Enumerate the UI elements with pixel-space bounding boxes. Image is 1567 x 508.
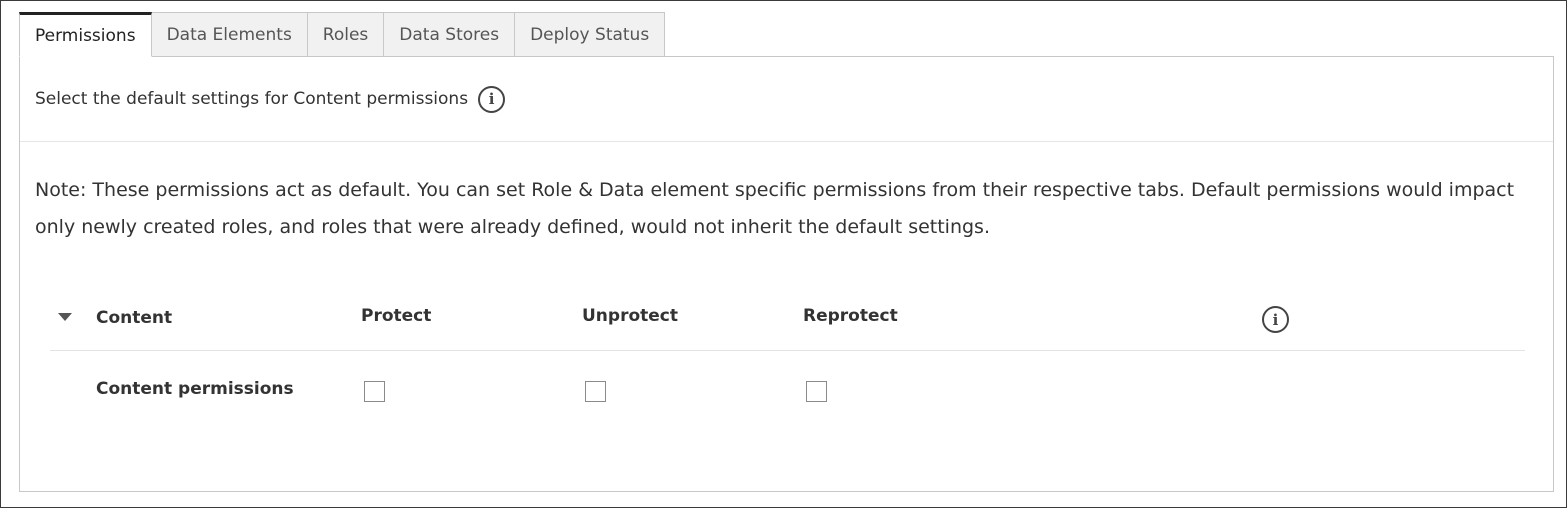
tab-data-stores[interactable]: Data Stores	[384, 12, 516, 57]
collapse-caret-icon[interactable]	[58, 313, 72, 321]
tab-permissions[interactable]: Permissions	[19, 12, 152, 57]
header-text: Select the default settings for Content …	[35, 89, 469, 109]
reprotect-checkbox[interactable]	[806, 381, 827, 402]
permissions-panel: Select the default settings for Content …	[19, 56, 1554, 492]
column-reprotect: Reprotect	[803, 306, 898, 326]
column-unprotect: Unprotect	[582, 306, 678, 326]
tab-roles[interactable]: Roles	[307, 12, 385, 57]
unprotect-checkbox[interactable]	[585, 381, 606, 402]
panel-header: Select the default settings for Content …	[20, 57, 1553, 142]
tab-bar: Permissions Data Elements Roles Data Sto…	[19, 12, 666, 57]
tab-deploy-status[interactable]: Deploy Status	[515, 12, 666, 57]
protect-checkbox[interactable]	[364, 381, 385, 402]
window-frame: Permissions Data Elements Roles Data Sto…	[0, 0, 1567, 508]
row-label-content-permissions: Content permissions	[96, 379, 294, 399]
table-row: Content permissions	[50, 369, 1525, 413]
table-header: Content Protect Unprotect Reprotect i	[50, 297, 1525, 351]
column-content: Content	[96, 308, 173, 328]
tab-data-elements[interactable]: Data Elements	[151, 12, 308, 57]
note-text: Note: These permissions act as default. …	[35, 179, 1515, 238]
column-protect: Protect	[361, 306, 432, 326]
info-icon[interactable]: i	[478, 85, 506, 113]
column-info-icon[interactable]: i	[1262, 306, 1289, 333]
